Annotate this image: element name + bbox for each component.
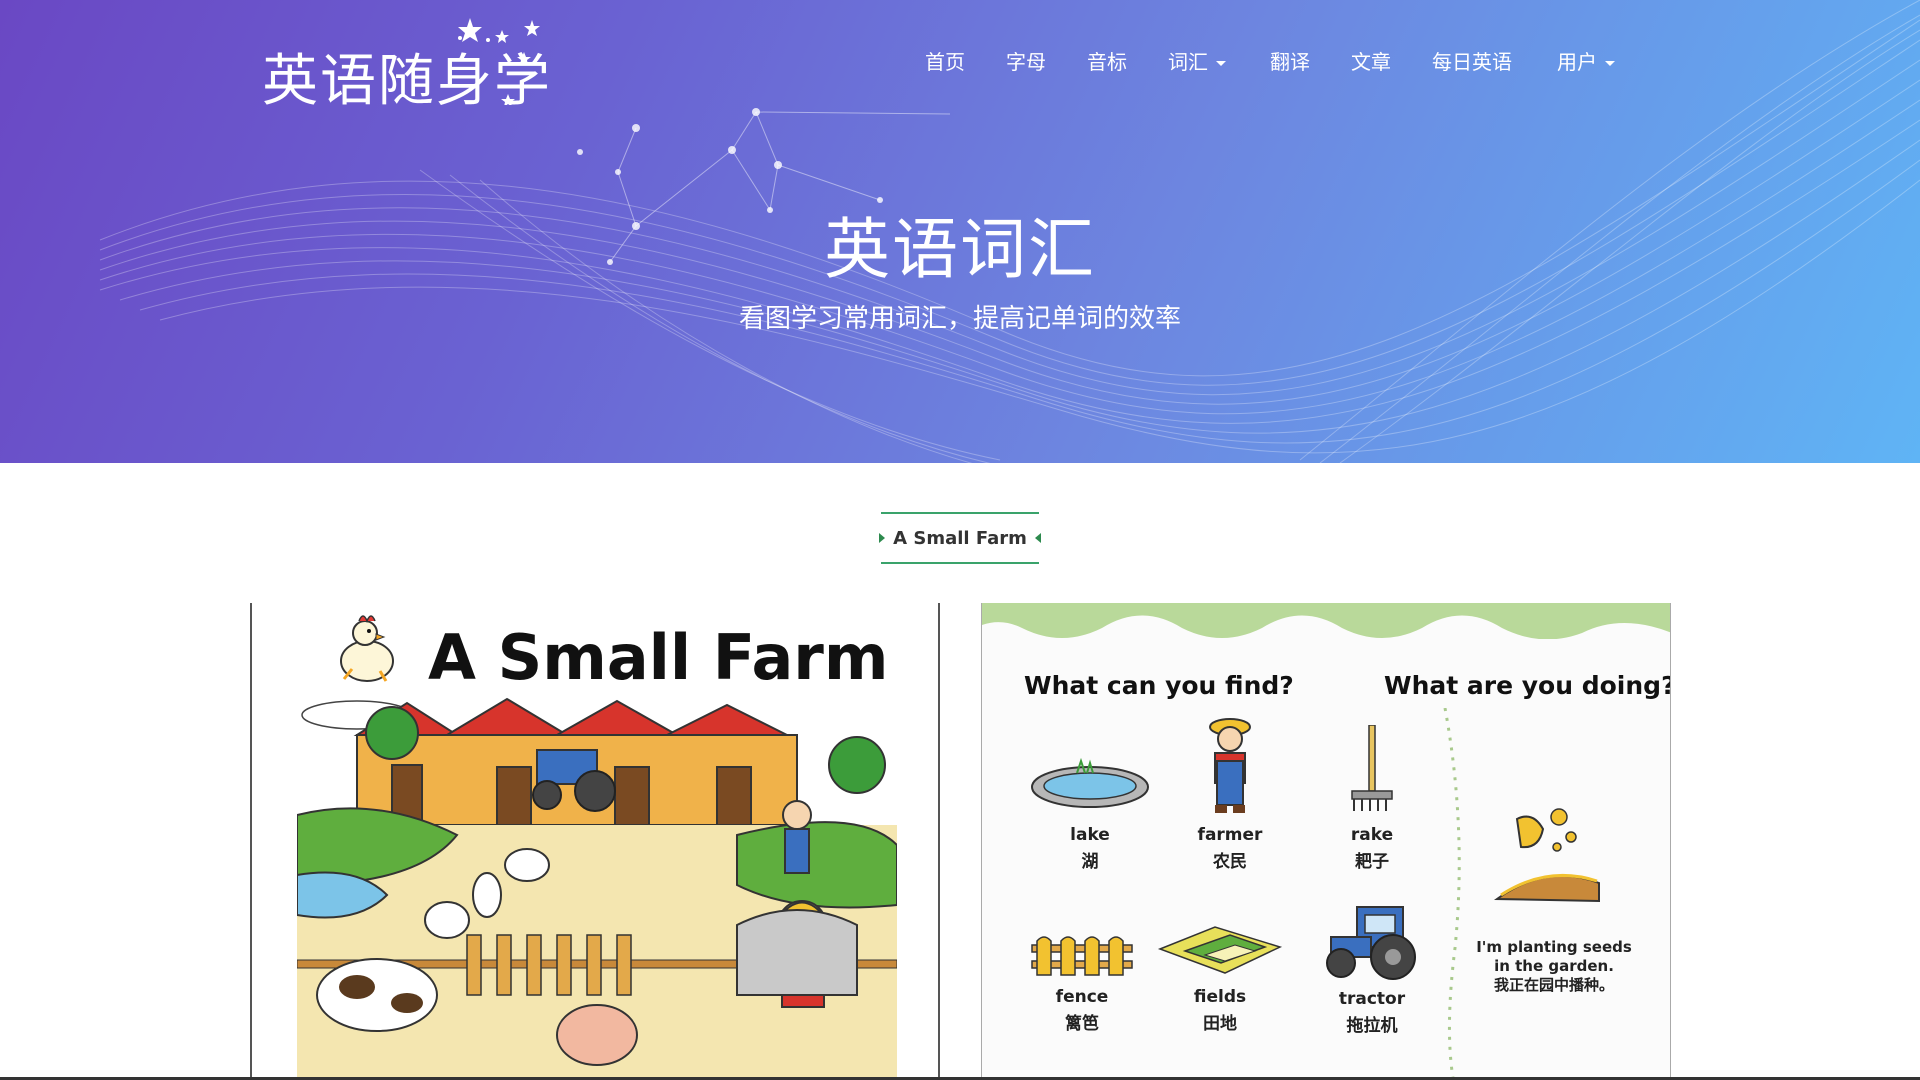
nav-phonetics[interactable]: 音标	[1087, 44, 1127, 80]
section-heading: A Small Farm	[879, 512, 1041, 564]
nav-vocabulary-label: 词汇	[1168, 50, 1208, 74]
vocab-item-farmer[interactable]: farmer 农民	[1160, 713, 1300, 872]
doing-en-line2: in the garden.	[1494, 957, 1614, 975]
nav-user-label: 用户	[1557, 50, 1597, 74]
fence-icon	[1031, 936, 1133, 976]
chevron-down-icon	[1605, 61, 1615, 66]
nav-vocabulary[interactable]: 词汇	[1168, 44, 1226, 80]
vocab-en: lake	[1070, 825, 1110, 845]
vocab-en: tractor	[1338, 989, 1406, 1009]
vocabulary-card[interactable]: What can you find? What are you doing? l…	[981, 603, 1671, 1080]
vocab-zh: 篱笆	[1065, 1014, 1099, 1034]
planting-seeds-icon	[1493, 808, 1600, 903]
nav-alphabet[interactable]: 字母	[1006, 44, 1046, 80]
fields-icon	[1157, 926, 1283, 974]
chevron-down-icon	[1216, 61, 1226, 66]
vocab-zh: 田地	[1203, 1014, 1237, 1034]
rake-icon	[1351, 725, 1393, 811]
vocab-item-rake[interactable]: rake 耙子	[1302, 725, 1442, 872]
dotted-divider	[1443, 708, 1461, 1078]
farm-picture-card[interactable]: A Small Farm	[250, 603, 940, 1080]
nav-user[interactable]: 用户	[1557, 44, 1615, 80]
arrow-left-icon	[1034, 533, 1041, 543]
doing-en-line1: I'm planting seeds	[1476, 938, 1632, 956]
arrow-right-icon	[879, 533, 886, 543]
vocab-en: farmer	[1197, 825, 1263, 845]
vocab-item-fence[interactable]: fence 篱笆	[1012, 931, 1152, 1034]
nav-translate[interactable]: 翻译	[1270, 44, 1310, 80]
doing-zh: 我正在园中播种。	[1493, 976, 1614, 994]
vocab-zh: 湖	[1081, 852, 1099, 872]
vocab-en: rake	[1350, 825, 1394, 845]
page-title: 英语词汇	[824, 211, 1096, 288]
doing-caption: I'm planting seeds in the garden. 我正在园中播…	[1474, 938, 1634, 995]
picture-title: A Small Farm	[428, 621, 889, 694]
vocab-en: fields	[1193, 987, 1247, 1007]
nav-articles[interactable]: 文章	[1351, 44, 1391, 80]
vocab-zh: 耙子	[1355, 852, 1389, 872]
hero-banner: 英语随身学 首页 字母 音标 词汇 翻译 文章 每日英语 用户 英语词汇 看图学…	[0, 0, 1920, 463]
farmer-icon	[1209, 718, 1251, 813]
farm-illustration	[297, 695, 897, 1080]
section-title: A Small Farm	[893, 527, 1027, 549]
question-find: What can you find?	[1024, 671, 1294, 700]
question-doing: What are you doing?	[1384, 671, 1671, 700]
main-nav: 首页 字母 音标 词汇 翻译 文章 每日英语 用户	[0, 44, 1920, 80]
vocab-item-fields[interactable]: fields 田地	[1150, 921, 1290, 1034]
nav-home[interactable]: 首页	[925, 44, 965, 80]
nav-daily-english[interactable]: 每日英语	[1432, 44, 1512, 80]
scallop-border	[982, 603, 1670, 639]
tractor-icon	[1326, 906, 1416, 980]
vocab-zh: 拖拉机	[1346, 1016, 1398, 1036]
vocab-zh: 农民	[1213, 852, 1247, 872]
vocab-item-lake[interactable]: lake 湖	[1020, 753, 1160, 872]
lake-icon	[1031, 757, 1149, 808]
vocab-item-tractor[interactable]: tractor 拖拉机	[1302, 903, 1442, 1036]
chicken-icon	[340, 615, 394, 682]
page-subtitle: 看图学习常用词汇，提高记单词的效率	[738, 304, 1181, 334]
vocab-en: fence	[1055, 987, 1109, 1007]
